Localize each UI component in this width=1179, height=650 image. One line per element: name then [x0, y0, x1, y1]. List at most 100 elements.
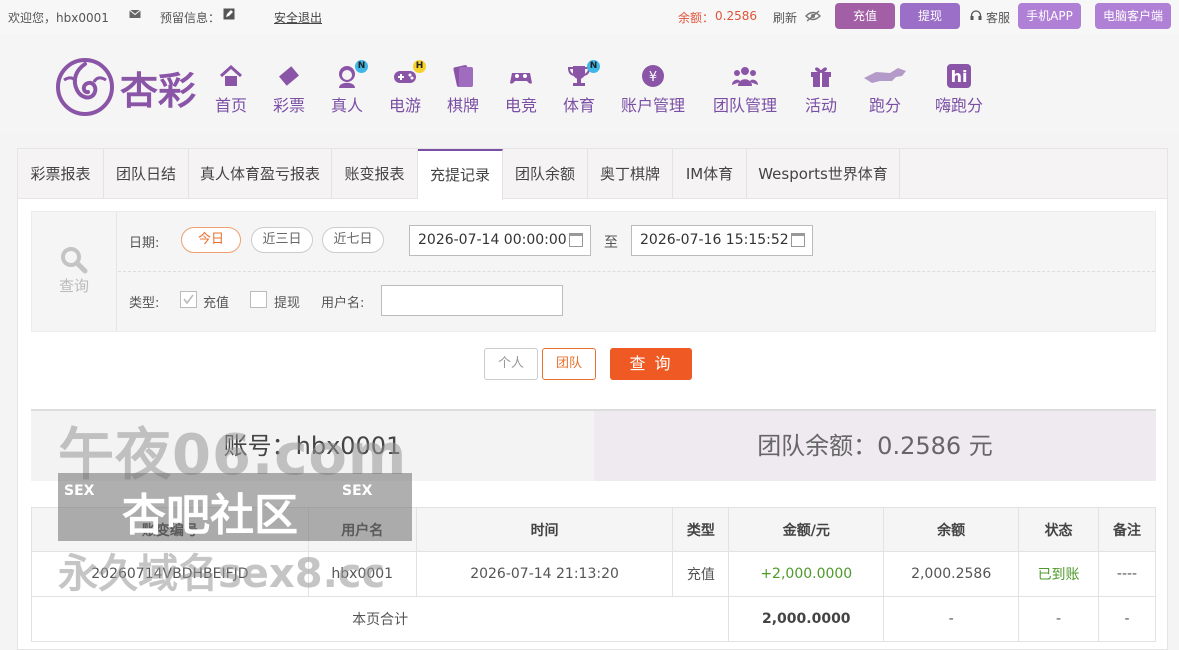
nav-home[interactable]: 首页: [215, 64, 247, 116]
mobile-app-button[interactable]: 手机APP: [1018, 3, 1081, 29]
home-icon: [218, 64, 244, 88]
report-tabs: 彩票报表 团队日结 真人体育盈亏报表 账变报表 充提记录 团队余额 奥丁棋牌 I…: [18, 149, 1167, 200]
date-to-label: 至: [604, 235, 618, 251]
total-row: 本页合计 2,000.0000 - - -: [30, 596, 1156, 642]
nav-egames[interactable]: H 电游: [389, 60, 426, 116]
eye-hidden-icon[interactable]: [805, 10, 821, 25]
col-header: 金额/元: [728, 507, 885, 552]
watermark-line2: 杏吧社区: [122, 490, 298, 541]
cell-time: 2026-07-14 21:13:20: [415, 551, 674, 597]
total-note: -: [1098, 596, 1156, 642]
query-side: 查询: [32, 212, 117, 331]
pc-client-button[interactable]: 电脑客户端: [1095, 3, 1171, 29]
svg-text:¥: ¥: [649, 70, 657, 85]
nav-label: 团队管理: [713, 96, 778, 115]
team-icon: [732, 64, 758, 88]
site-header: 杏彩 首页 彩票 N 真人 H 电游 棋牌 电竞 N 体育 ¥ 账户管理 团队管…: [0, 34, 1179, 134]
cell-amount: +2,000.0000: [728, 551, 885, 597]
personal-button[interactable]: 个人: [484, 348, 538, 380]
check-icon: [183, 294, 194, 305]
tab-wesports[interactable]: Wesports世界体育: [747, 149, 900, 199]
nav-label: 电竞: [505, 96, 538, 115]
tab-im-sports[interactable]: IM体育: [673, 149, 747, 199]
headset-icon: [970, 10, 982, 24]
nav-lottery[interactable]: 彩票: [273, 64, 305, 116]
gamepad-icon: H: [392, 60, 426, 88]
date-from-input[interactable]: 2026-07-14 00:00:00: [409, 225, 591, 256]
total-amount: 2,000.0000: [728, 596, 885, 642]
type-label: 类型:: [129, 296, 160, 311]
tab-odin-chess[interactable]: 奥丁棋牌: [588, 149, 673, 199]
range-3days-button[interactable]: 近三日: [251, 227, 313, 253]
query-button[interactable]: 查 询: [610, 348, 692, 380]
withdraw-button[interactable]: 提现: [900, 3, 960, 29]
username-label: 用户名:: [321, 296, 365, 311]
hi-icon: hi: [946, 64, 972, 88]
search-icon: [32, 245, 116, 279]
nav-label: 彩票: [273, 96, 306, 115]
svg-text:hi: hi: [951, 67, 968, 86]
balance-label: 余额：: [678, 11, 715, 25]
nav-label: 真人: [331, 96, 364, 115]
cell-balance: 2,000.2586: [883, 551, 1020, 597]
date-to-value: 2026-07-16 15:15:52: [640, 232, 789, 248]
dealer-icon: N: [334, 60, 368, 88]
col-header: 状态: [1018, 507, 1100, 552]
col-header: 备注: [1098, 507, 1156, 552]
cell-note: ----: [1098, 551, 1156, 597]
ticket-icon: [276, 64, 302, 88]
tab-team-daily[interactable]: 团队日结: [104, 149, 189, 199]
nav-chess[interactable]: 棋牌: [447, 64, 479, 116]
team-button[interactable]: 团队: [542, 348, 596, 380]
tab-team-balance[interactable]: 团队余额: [503, 149, 588, 199]
withdraw-checkbox-label: 提现: [274, 296, 301, 311]
tab-live-sports-pnl[interactable]: 真人体育盈亏报表: [189, 149, 332, 199]
hot-badge: H: [413, 60, 426, 73]
nav-activity[interactable]: 活动: [805, 64, 837, 116]
mail-icon[interactable]: [129, 8, 141, 23]
refresh-link[interactable]: 刷新: [773, 9, 797, 26]
range-today-button[interactable]: 今日: [181, 227, 241, 253]
date-from-value: 2026-07-14 00:00:00: [418, 232, 567, 248]
watermark-line3: 永久域名sex8.cc: [58, 551, 386, 597]
nav-hipaofen[interactable]: hi 嗨跑分: [935, 64, 983, 116]
date-to-input[interactable]: 2026-07-16 15:15:52: [631, 225, 813, 256]
new-badge: N: [587, 60, 600, 73]
logout-link[interactable]: 安全退出: [274, 9, 322, 26]
query-form: 查询 日期: 今日 近三日 近七日 2026-07-14 00:00:00 至 …: [31, 211, 1156, 332]
tab-account-change[interactable]: 账变报表: [332, 149, 418, 199]
nav-label: 账户管理: [621, 96, 686, 115]
calendar-icon[interactable]: [569, 233, 583, 247]
deposit-checkbox[interactable]: [180, 291, 197, 308]
watermark: 午夜06.com SEX SEX 杏吧社区 永久域名sex8.cc: [58, 410, 418, 597]
watermark-tag: SEX: [342, 483, 373, 499]
tab-deposit-withdraw[interactable]: 充提记录: [418, 149, 503, 200]
yen-coin-icon: ¥: [640, 64, 666, 88]
date-label: 日期:: [129, 236, 160, 251]
nav-esports[interactable]: 电竞: [505, 64, 537, 116]
username-input[interactable]: [381, 285, 563, 316]
customer-service-link[interactable]: 客服: [986, 9, 1010, 26]
edit-icon[interactable]: [223, 8, 235, 23]
tab-lottery-report[interactable]: 彩票报表: [18, 149, 104, 199]
nav-account[interactable]: ¥ 账户管理: [621, 64, 685, 116]
deposit-button[interactable]: 充值: [835, 3, 895, 29]
nav-label: 活动: [805, 96, 838, 115]
col-header: 时间: [415, 507, 674, 552]
range-7days-button[interactable]: 近七日: [322, 227, 384, 253]
divider: [118, 271, 1155, 272]
calendar-icon[interactable]: [791, 233, 805, 247]
cards-icon: [450, 64, 476, 88]
total-label: 本页合计: [30, 596, 730, 642]
brand-name: 杏彩: [120, 69, 197, 113]
balance-value: 0.2586: [715, 9, 757, 23]
watermark-banner: SEX SEX 杏吧社区: [58, 473, 412, 541]
brand-logo[interactable]: 杏彩: [54, 56, 206, 118]
withdraw-checkbox[interactable]: [250, 291, 267, 308]
nav-live[interactable]: N 真人: [331, 60, 368, 116]
new-badge: N: [355, 60, 368, 73]
nav-sports[interactable]: N 体育: [563, 60, 600, 116]
gift-icon: [808, 64, 834, 88]
nav-paofen[interactable]: 跑分: [862, 64, 908, 116]
nav-team[interactable]: 团队管理: [713, 64, 777, 116]
